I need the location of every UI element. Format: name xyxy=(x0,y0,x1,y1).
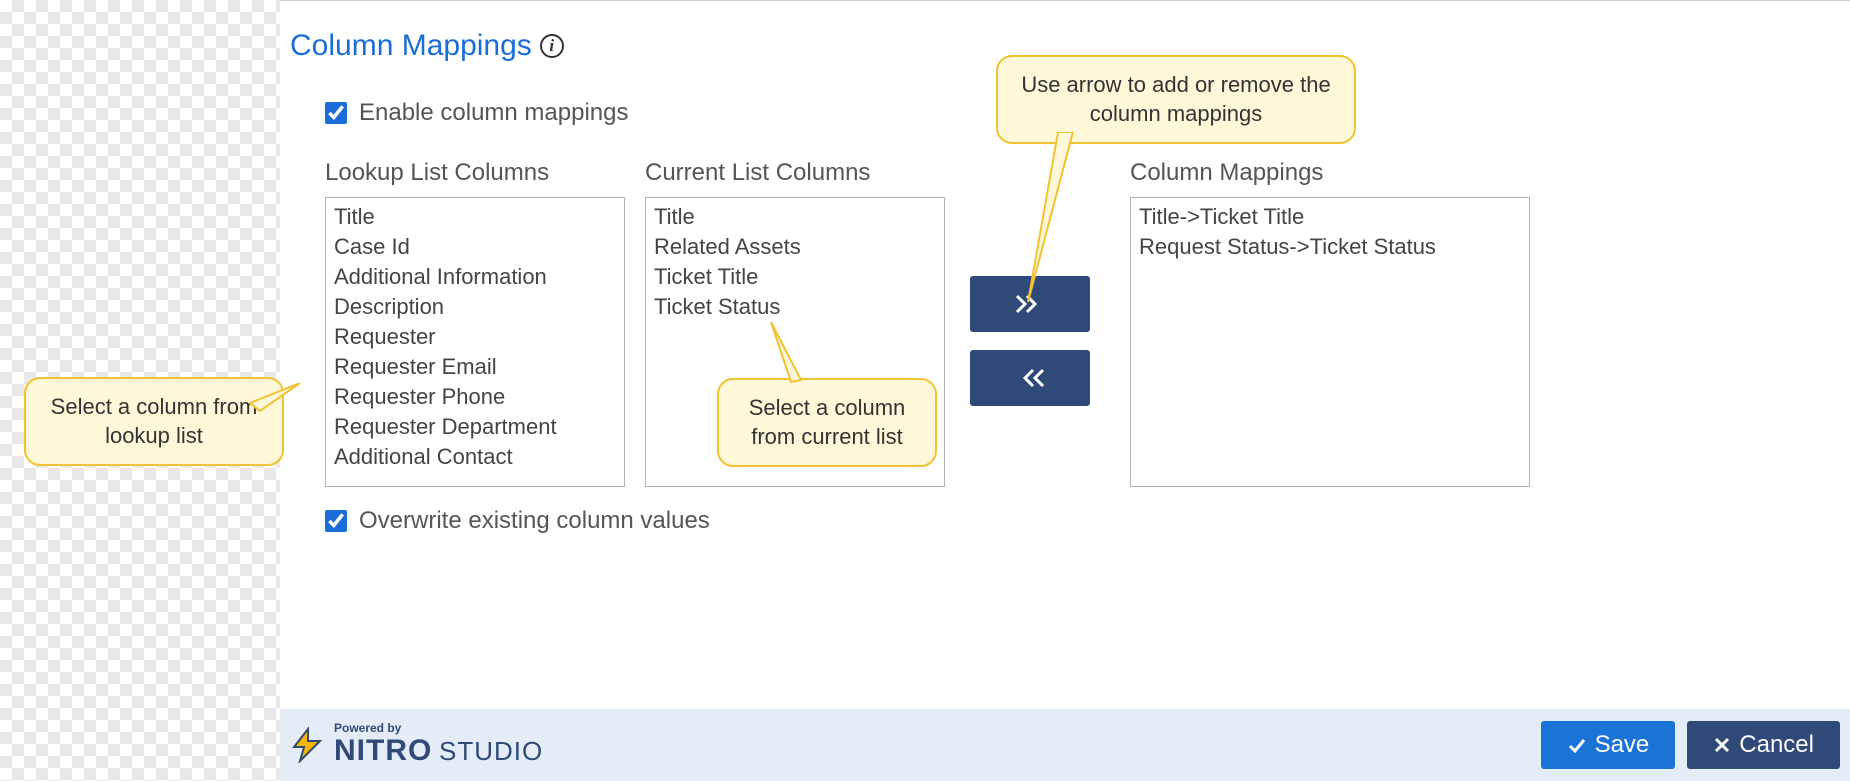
info-icon[interactable]: i xyxy=(540,34,564,58)
list-item[interactable]: Additional Information xyxy=(332,262,618,292)
list-item[interactable]: Title xyxy=(652,202,938,232)
lookup-listbox[interactable]: Title Case Id Additional Information Des… xyxy=(325,197,625,487)
list-item[interactable]: Case Id xyxy=(332,232,618,262)
bolt-icon xyxy=(290,727,326,763)
callout-current: Select a column from current list xyxy=(717,378,937,467)
save-button-label: Save xyxy=(1595,731,1650,759)
logo-powered-text: Powered by xyxy=(334,722,543,734)
double-left-icon xyxy=(1015,368,1045,388)
list-item[interactable]: Description xyxy=(332,292,618,322)
footer-buttons: Save Cancel xyxy=(1541,721,1840,769)
callout-tail-icon xyxy=(250,383,310,423)
callout-tail-icon xyxy=(761,322,821,392)
mappings-listbox[interactable]: Title->Ticket Title Request Status->Tick… xyxy=(1130,197,1530,487)
list-item[interactable]: Title xyxy=(332,202,618,232)
enable-mappings-label: Enable column mappings xyxy=(359,99,629,127)
list-item[interactable]: Request Status->Ticket Status xyxy=(1137,232,1523,262)
enable-mappings-input[interactable] xyxy=(325,102,347,124)
overwrite-checkbox[interactable]: Overwrite existing column values xyxy=(325,507,710,535)
overwrite-label: Overwrite existing column values xyxy=(359,507,710,535)
lookup-columns-header: Lookup List Columns xyxy=(325,159,549,187)
section-title-text: Column Mappings xyxy=(290,29,532,63)
callout-lookup-text: Select a column from lookup list xyxy=(51,394,258,448)
list-item[interactable]: Title->Ticket Title xyxy=(1137,202,1523,232)
save-button[interactable]: Save xyxy=(1541,721,1676,769)
callout-tail-icon xyxy=(1018,132,1098,312)
list-item[interactable]: Related Assets xyxy=(652,232,938,262)
callout-arrows-text: Use arrow to add or remove the column ma… xyxy=(1021,72,1330,126)
list-item[interactable]: Requester xyxy=(332,322,618,352)
enable-mappings-checkbox[interactable]: Enable column mappings xyxy=(325,99,629,127)
nitro-logo: Powered by NITRO STUDIO xyxy=(290,722,543,768)
callout-arrows: Use arrow to add or remove the column ma… xyxy=(996,55,1356,144)
mapping-columns-header: Column Mappings xyxy=(1130,159,1323,187)
close-icon xyxy=(1713,736,1731,754)
section-title: Column Mappings i xyxy=(290,29,564,63)
list-item[interactable]: Requester Email xyxy=(332,352,618,382)
remove-mapping-button[interactable] xyxy=(970,350,1090,406)
list-item[interactable]: Ticket Status xyxy=(652,292,938,322)
list-item[interactable]: Requester Department xyxy=(332,412,618,442)
callout-lookup: Select a column from lookup list xyxy=(24,377,284,466)
cancel-button-label: Cancel xyxy=(1739,731,1814,759)
logo-brand1: NITRO xyxy=(334,734,432,767)
footer-bar: Powered by NITRO STUDIO Save Cancel xyxy=(280,709,1850,781)
logo-brand2: STUDIO xyxy=(439,736,543,766)
overwrite-input[interactable] xyxy=(325,510,347,532)
current-columns-header: Current List Columns xyxy=(645,159,870,187)
check-icon xyxy=(1567,735,1587,755)
cancel-button[interactable]: Cancel xyxy=(1687,721,1840,769)
list-item[interactable]: Requester Phone xyxy=(332,382,618,412)
callout-current-text: Select a column from current list xyxy=(749,395,906,449)
list-item[interactable]: Ticket Title xyxy=(652,262,938,292)
list-item[interactable]: Additional Contact xyxy=(332,442,618,472)
